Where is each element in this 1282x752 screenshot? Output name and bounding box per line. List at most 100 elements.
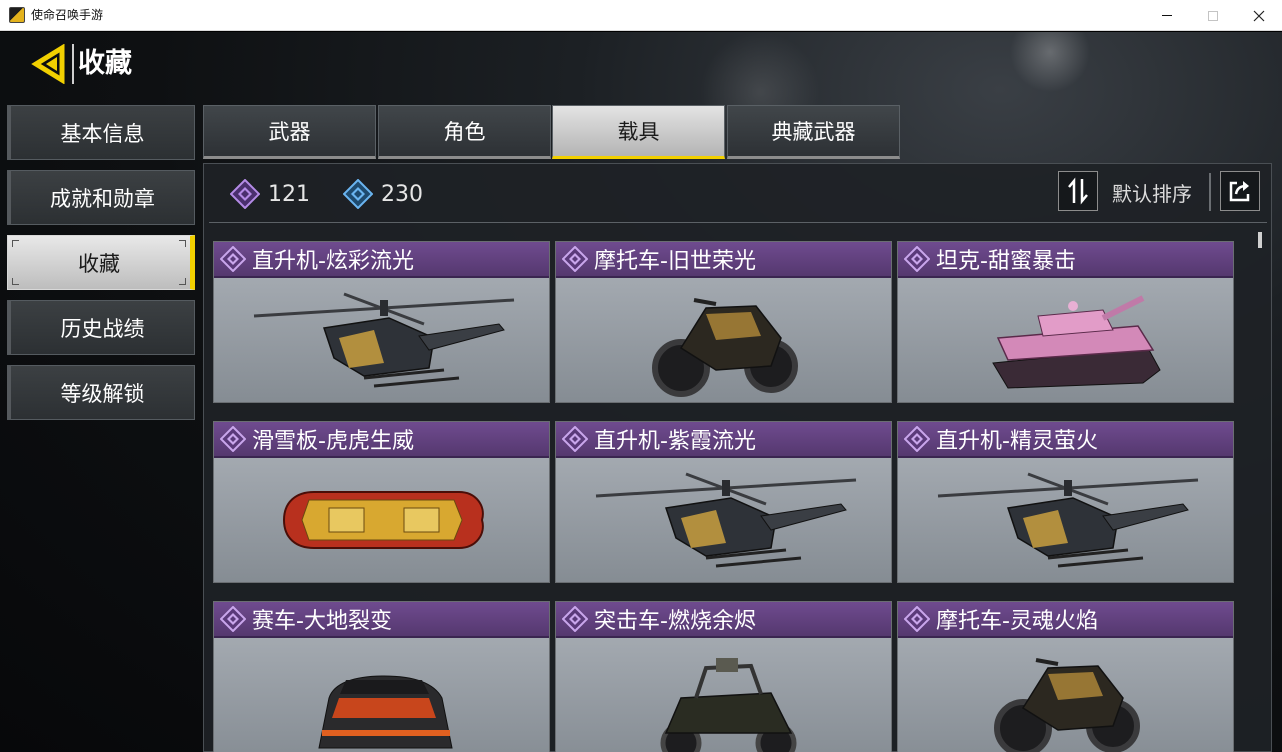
rarity-diamond-icon [562, 426, 588, 452]
page-title: 收藏 [72, 44, 136, 84]
tab-label: 典藏武器 [771, 120, 856, 144]
vehicle-card[interactable]: 突击车-燃烧余烬 [555, 601, 892, 752]
rarity-diamond-icon [220, 246, 246, 272]
purple-diamond-icon [230, 179, 260, 209]
card-header: 突击车-燃烧余烬 [556, 602, 891, 638]
currency-blue: 230 [343, 179, 423, 209]
maximize-button[interactable] [1190, 0, 1236, 31]
minimize-button[interactable] [1144, 0, 1190, 31]
sidebar-item-achievements[interactable]: 成就和勋章 [7, 170, 195, 225]
sidebar-item-history[interactable]: 历史战绩 [7, 300, 195, 355]
vehicle-preview [556, 278, 891, 402]
app-icon [9, 7, 25, 23]
minimize-icon [1162, 15, 1172, 16]
tab-weapons[interactable]: 武器 [203, 105, 376, 159]
snowboard-icon [282, 491, 484, 549]
sidebar-item-label: 等级解锁 [60, 381, 145, 406]
vehicle-preview [556, 458, 891, 582]
vehicle-preview [898, 638, 1233, 752]
currency-purple: 121 [230, 179, 310, 209]
tab-label: 载具 [617, 120, 660, 144]
helicopter-icon [937, 472, 1199, 568]
corner-decoration [179, 278, 186, 285]
race-car-icon [318, 675, 453, 749]
vehicle-preview [556, 638, 891, 752]
vehicle-name: 赛车-大地裂变 [252, 609, 392, 634]
rarity-diamond-icon [562, 246, 588, 272]
vehicle-card[interactable]: 摩托车-灵魂火焰 [897, 601, 1234, 752]
rarity-diamond-icon [904, 606, 930, 632]
vehicle-card[interactable]: 直升机-炫彩流光 [213, 241, 550, 403]
card-header: 直升机-炫彩流光 [214, 242, 549, 278]
card-header: 赛车-大地裂变 [214, 602, 549, 638]
rarity-diamond-icon [904, 246, 930, 272]
sidebar-item-basic-info[interactable]: 基本信息 [7, 105, 195, 160]
close-button[interactable] [1236, 0, 1282, 31]
vehicle-card[interactable]: 直升机-紫霞流光 [555, 421, 892, 583]
close-icon [1253, 10, 1265, 21]
tab-vehicles[interactable]: 载具 [552, 105, 725, 159]
corner-decoration [12, 278, 19, 285]
window-titlebar: 使命召唤手游 [0, 0, 1282, 31]
sidebar-item-label: 基本信息 [60, 121, 145, 146]
blue-diamond-icon [343, 179, 373, 209]
vehicle-preview [214, 638, 549, 752]
rarity-diamond-icon [562, 606, 588, 632]
vehicle-name: 直升机-炫彩流光 [252, 249, 414, 274]
vehicle-preview [214, 278, 549, 402]
tab-label: 角色 [443, 120, 486, 144]
vehicle-name: 直升机-精灵萤火 [936, 429, 1098, 454]
tab-characters[interactable]: 角色 [378, 105, 551, 159]
vehicle-name: 摩托车-灵魂火焰 [936, 609, 1098, 634]
vehicle-name: 突击车-燃烧余烬 [594, 609, 756, 634]
vehicle-card[interactable]: 滑雪板-虎虎生威 [213, 421, 550, 583]
back-arrow-icon[interactable] [30, 44, 70, 84]
vehicle-name: 滑雪板-虎虎生威 [252, 429, 414, 454]
vehicle-card[interactable]: 摩托车-旧世荣光 [555, 241, 892, 403]
rarity-diamond-icon [220, 606, 246, 632]
sidebar-item-collection[interactable]: 收藏 [7, 235, 195, 290]
maximize-icon [1208, 10, 1218, 21]
scrollbar[interactable] [1257, 230, 1263, 750]
motorcycle-icon [994, 658, 1140, 752]
window-title: 使命召唤手游 [31, 8, 104, 22]
vehicle-name: 坦克-甜蜜暴击 [936, 249, 1076, 274]
share-icon [1229, 181, 1250, 202]
helicopter-icon [595, 472, 857, 568]
vehicle-card[interactable]: 直升机-精灵萤火 [897, 421, 1234, 583]
sort-label[interactable]: 默认排序 [1112, 178, 1192, 207]
tab-label: 武器 [268, 120, 311, 144]
assault-buggy-icon [660, 658, 797, 752]
share-button[interactable] [1220, 171, 1260, 211]
sort-button[interactable] [1058, 171, 1098, 211]
sort-arrows-icon [1068, 177, 1088, 205]
vehicle-preview [898, 458, 1233, 582]
sidebar-item-label: 收藏 [78, 251, 120, 276]
sidebar-item-label: 历史战绩 [60, 316, 145, 341]
card-header: 直升机-精灵萤火 [898, 422, 1233, 458]
currency-amount: 230 [381, 181, 423, 207]
tank-icon [992, 295, 1161, 389]
card-header: 摩托车-灵魂火焰 [898, 602, 1233, 638]
tab-collector-weapons[interactable]: 典藏武器 [727, 105, 900, 159]
vehicle-card[interactable]: 赛车-大地裂变 [213, 601, 550, 752]
rarity-diamond-icon [220, 426, 246, 452]
vehicle-preview [898, 278, 1233, 402]
vehicle-card[interactable]: 坦克-甜蜜暴击 [897, 241, 1234, 403]
divider [209, 222, 1267, 223]
vehicle-name: 摩托车-旧世荣光 [594, 249, 756, 274]
card-header: 坦克-甜蜜暴击 [898, 242, 1233, 278]
scrollbar-thumb[interactable] [1258, 232, 1262, 248]
sidebar-item-label: 成就和勋章 [50, 186, 155, 211]
motorcycle-icon [652, 298, 798, 397]
card-header: 滑雪板-虎虎生威 [214, 422, 549, 458]
helicopter-icon [253, 292, 515, 388]
corner-decoration [12, 240, 19, 247]
card-header: 摩托车-旧世荣光 [556, 242, 891, 278]
rarity-diamond-icon [904, 426, 930, 452]
divider [1209, 173, 1211, 211]
sidebar-item-level-unlock[interactable]: 等级解锁 [7, 365, 195, 420]
vehicle-preview [214, 458, 549, 582]
corner-decoration [179, 240, 186, 247]
vehicle-name: 直升机-紫霞流光 [594, 429, 756, 454]
